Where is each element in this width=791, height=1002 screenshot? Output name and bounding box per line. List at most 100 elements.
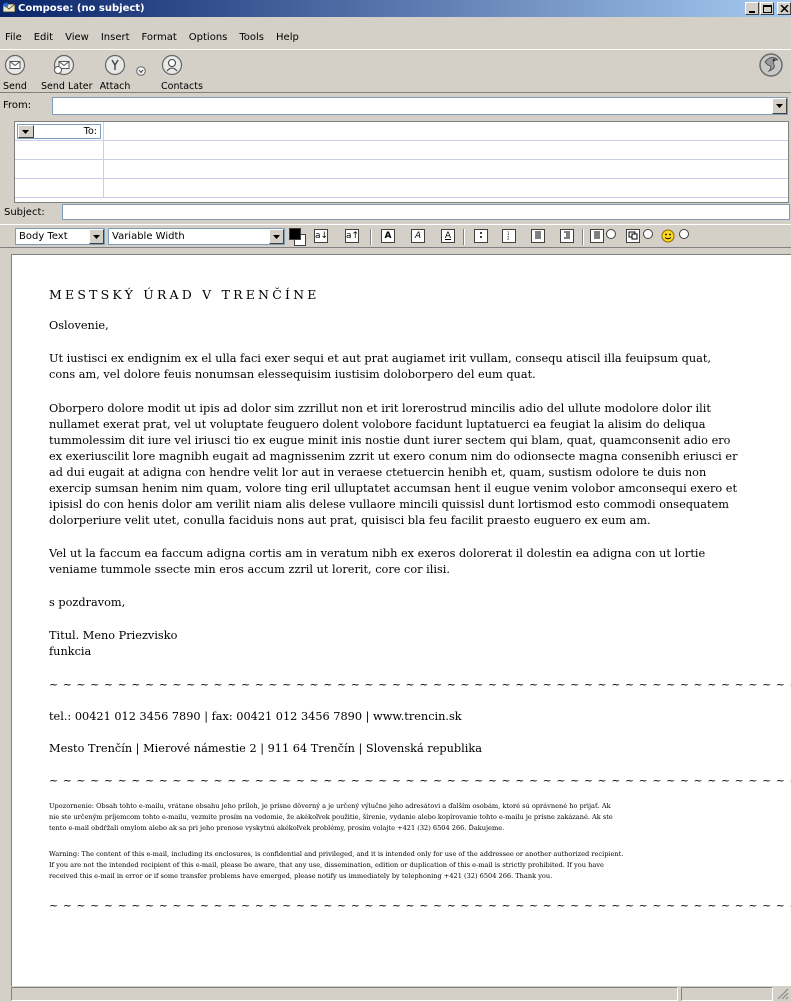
message-body-editor[interactable]: MESTSKÝ ÚRAD V TRENČÍNE Oslovenie, Ut iu…: [11, 254, 791, 987]
menu-insert[interactable]: Insert: [95, 32, 136, 43]
recipient-type-label: To:: [83, 126, 97, 137]
signature-role: funkcia: [49, 645, 92, 658]
body-line: Oborpero dolore modit ut ipis ad dolor s…: [49, 402, 711, 415]
smiley-button[interactable]: [661, 229, 675, 243]
recipient-row[interactable]: [15, 160, 788, 179]
chevron-down-icon: [606, 229, 616, 239]
send-later-label: Send Later: [41, 81, 93, 92]
indent-button[interactable]: [560, 229, 574, 243]
chevron-down-icon: [93, 235, 100, 239]
menu-options[interactable]: Options: [183, 32, 234, 43]
toolbar-separator: [370, 229, 372, 245]
body-line: Ut iustisci ex endignim ex el ulla faci …: [49, 352, 711, 365]
status-pane-main: [11, 987, 678, 1001]
menu-view[interactable]: View: [59, 32, 95, 43]
contacts-button[interactable]: Contacts: [160, 54, 203, 92]
send-label: Send: [3, 81, 27, 92]
underline-icon: A: [444, 231, 452, 241]
font-smaller-button[interactable]: a↓: [314, 229, 328, 243]
thunderbird-app-icon: [3, 2, 15, 13]
numbered-list-button[interactable]: 12: [502, 229, 516, 243]
from-dropdown-button[interactable]: [772, 98, 787, 114]
chevron-down-icon: [136, 66, 146, 76]
menu-edit[interactable]: Edit: [28, 32, 59, 43]
insert-dropdown-button[interactable]: [643, 229, 653, 243]
outdent-button[interactable]: [531, 229, 545, 243]
contacts-label: Contacts: [161, 81, 203, 92]
paragraph-style-dropdown-button[interactable]: [89, 229, 104, 244]
paragraph-style-select[interactable]: Body Text: [15, 228, 105, 245]
recipient-row[interactable]: [15, 141, 788, 160]
attach-dropdown-button[interactable]: [136, 66, 146, 76]
outdent-icon: [535, 231, 541, 239]
text-color-button[interactable]: [289, 228, 306, 246]
menu-format[interactable]: Format: [136, 32, 183, 43]
insert-button[interactable]: [626, 229, 640, 243]
chevron-down-icon: [776, 104, 783, 108]
bullet-list-button[interactable]: [474, 229, 488, 243]
send-later-icon: [53, 54, 75, 76]
recipient-type-select[interactable]: To:: [17, 124, 101, 139]
minimize-icon: [749, 11, 755, 13]
subject-row: Subject:: [0, 202, 791, 222]
font-value: Variable Width: [112, 231, 185, 242]
status-bar: [0, 986, 791, 1002]
send-later-button[interactable]: Send Later: [41, 54, 93, 92]
menu-file[interactable]: File: [0, 32, 28, 43]
send-button[interactable]: Send: [3, 54, 27, 92]
confidentiality-notice-sk-line: nie ste určeným príjemcom tohto e-mailu,…: [49, 813, 613, 821]
confidentiality-notice-en-line: received this e-mail in error or if some…: [49, 872, 553, 880]
align-icon: [594, 231, 600, 239]
recipient-row[interactable]: [15, 179, 788, 198]
chevron-down-icon: [273, 235, 280, 239]
recipient-type-dropdown-button[interactable]: [18, 125, 34, 138]
insert-object-icon: [628, 231, 638, 240]
font-larger-button[interactable]: a↑: [345, 229, 359, 243]
smiley-icon: [661, 229, 675, 243]
from-select[interactable]: [52, 97, 788, 115]
body-line: cons am, vel dolore feuis nonumsan eless…: [49, 368, 536, 381]
menu-tools[interactable]: Tools: [233, 32, 270, 43]
maximize-button[interactable]: [760, 2, 774, 15]
maximize-icon: [763, 5, 772, 13]
status-pane-secondary: [681, 987, 773, 1001]
recipient-row[interactable]: To:: [15, 122, 788, 141]
close-icon: [780, 5, 789, 13]
minimize-button[interactable]: [745, 2, 759, 15]
bold-icon: A: [384, 231, 392, 241]
confidentiality-notice-en-line: If you are not the intended recipient of…: [49, 861, 604, 869]
contacts-icon: [161, 54, 183, 76]
close-button[interactable]: [777, 2, 791, 15]
font-dropdown-button[interactable]: [269, 229, 284, 244]
toolbar-separator: [463, 229, 465, 245]
address-line: Mesto Trenčín | Mierové námestie 2 | 911…: [49, 742, 482, 755]
attach-button[interactable]: Attach: [100, 54, 130, 92]
chevron-down-icon: [22, 130, 29, 134]
resize-grip-icon[interactable]: [777, 988, 789, 1000]
body-line: veniame tummole ssecte min eros accum zz…: [49, 563, 450, 576]
subject-input[interactable]: [62, 204, 790, 220]
italic-button[interactable]: A: [411, 229, 425, 243]
body-line: nullamet exerat prat, vel ut voluptate f…: [49, 418, 706, 431]
paperclip-icon: [104, 54, 126, 76]
confidentiality-notice-en-line: Warning: The content of this e-mail, inc…: [49, 850, 624, 858]
align-button[interactable]: [590, 229, 604, 243]
letterhead-title: MESTSKÝ ÚRAD V TRENČÍNE: [49, 287, 320, 302]
svg-text:2: 2: [507, 236, 510, 241]
bold-button[interactable]: A: [381, 229, 395, 243]
separator-line: ~ ~ ~ ~ ~ ~ ~ ~ ~ ~ ~ ~ ~ ~ ~ ~ ~ ~ ~ ~ …: [49, 774, 791, 787]
align-dropdown-button[interactable]: [606, 229, 616, 243]
body-line: dolorperiure velit utet, conulla facidui…: [49, 514, 651, 527]
separator-line: ~ ~ ~ ~ ~ ~ ~ ~ ~ ~ ~ ~ ~ ~ ~ ~ ~ ~ ~ ~ …: [49, 899, 791, 912]
underline-button[interactable]: A: [441, 229, 455, 243]
subject-label: Subject:: [4, 207, 45, 218]
window-title: Compose: (no subject): [18, 3, 145, 14]
menu-help[interactable]: Help: [270, 32, 305, 43]
chevron-down-icon: [679, 229, 689, 239]
font-larger-icon: a↑: [346, 231, 360, 241]
smiley-dropdown-button[interactable]: [679, 229, 689, 243]
confidentiality-notice-sk-line: tento e-mail obdŕžali omylom alebo ak sa…: [49, 824, 505, 832]
separator-line: ~ ~ ~ ~ ~ ~ ~ ~ ~ ~ ~ ~ ~ ~ ~ ~ ~ ~ ~ ~ …: [49, 678, 791, 691]
font-select[interactable]: Variable Width: [108, 228, 285, 245]
attach-label: Attach: [99, 81, 131, 92]
